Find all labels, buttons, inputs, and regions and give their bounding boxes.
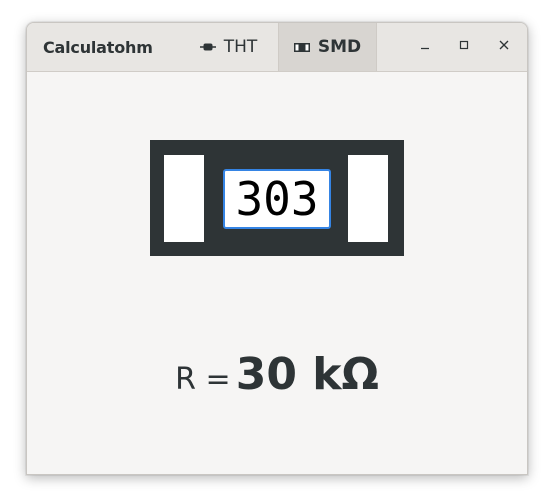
resistance-result: R = 30 kΩ: [27, 349, 527, 400]
result-label: R =: [175, 362, 231, 397]
app-window: Calculatohm THT SMD 303 R = 30 kΩ: [26, 22, 528, 475]
smd-code-input[interactable]: [223, 169, 331, 229]
tab-tht-label: THT: [223, 37, 258, 57]
tab-tht[interactable]: THT: [179, 23, 278, 71]
result-value: 30 kΩ: [235, 349, 379, 400]
right-contact-pad: [348, 155, 388, 242]
close-button[interactable]: [492, 35, 516, 59]
headerbar: Calculatohm THT SMD: [27, 23, 527, 72]
minimize-button[interactable]: [413, 35, 437, 59]
maximize-button[interactable]: [452, 35, 476, 59]
tab-smd[interactable]: SMD: [278, 23, 377, 71]
close-icon: [498, 38, 510, 56]
maximize-icon: [458, 38, 470, 56]
smd-resistor-icon: [293, 42, 310, 52]
tht-resistor-icon: [199, 42, 216, 52]
smd-resistor-graphic: [150, 140, 404, 256]
tab-smd-label: SMD: [317, 37, 362, 57]
app-title: Calculatohm: [43, 38, 153, 57]
left-contact-pad: [164, 155, 204, 242]
minimize-icon: [419, 38, 431, 56]
